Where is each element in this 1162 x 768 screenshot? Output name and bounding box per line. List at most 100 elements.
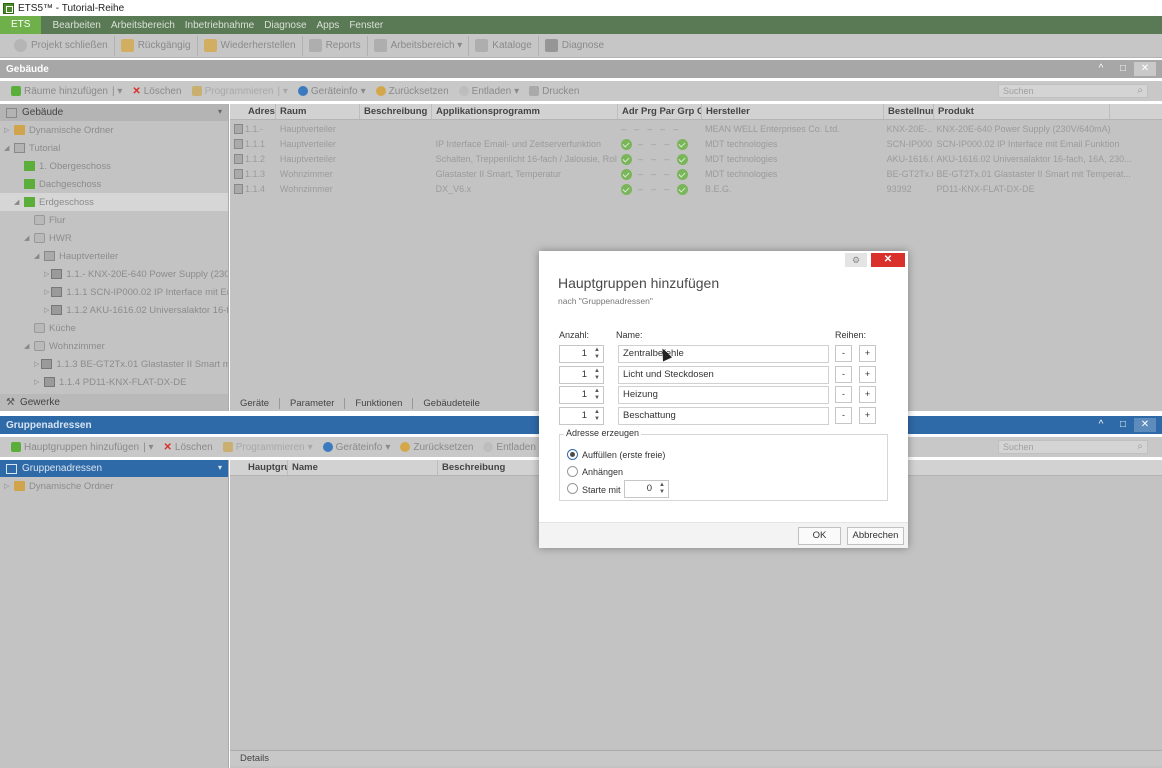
- tree-item-dynamic-folders[interactable]: ▷ Dynamische Ordner: [0, 477, 228, 495]
- count-stepper[interactable]: 1 ▲ ▼: [559, 345, 604, 363]
- device-info-button[interactable]: Geräteinfo ▾: [293, 86, 371, 97]
- menu-bearbeiten[interactable]: Bearbeiten: [47, 20, 105, 31]
- group-name-input[interactable]: Zentralbefehle: [618, 345, 829, 363]
- tree-toggle-icon[interactable]: ▷: [4, 126, 12, 134]
- panel-collapse-icon[interactable]: ^: [1090, 62, 1112, 76]
- ga-delete-button[interactable]: ✕ Löschen: [159, 442, 218, 453]
- table-row[interactable]: 1.1.2 Hauptverteiler Schalten, Treppenlich…: [230, 152, 1162, 167]
- tab-details[interactable]: Details: [230, 753, 279, 764]
- menu-apps[interactable]: Apps: [312, 20, 345, 31]
- tree-item[interactable]: Dachgeschoss: [0, 175, 228, 193]
- tab-parameter[interactable]: Parameter: [280, 397, 346, 409]
- col-bestellnummer[interactable]: Bestellnum: [884, 104, 934, 119]
- tree-toggle-icon[interactable]: ◢: [34, 252, 42, 260]
- menu-arbeitsbereich[interactable]: Arbeitsbereich: [106, 20, 180, 31]
- tree-item[interactable]: ◢ Tutorial: [0, 139, 228, 157]
- unload-button[interactable]: Entladen ▾: [454, 86, 525, 97]
- ga-panel-restore-icon[interactable]: □: [1112, 418, 1134, 432]
- menu-inbetriebnahme[interactable]: Inbetriebnahme: [180, 20, 260, 31]
- remove-row-button[interactable]: -: [835, 406, 852, 424]
- add-row-button[interactable]: +: [859, 406, 876, 424]
- tab-geraete[interactable]: Geräte: [230, 397, 281, 409]
- col-flags[interactable]: Adr Prg Par Grp Cfg: [618, 104, 702, 119]
- workspace-button[interactable]: Arbeitsbereich ▾: [368, 35, 470, 56]
- delete-button[interactable]: ✕ Löschen: [127, 86, 186, 97]
- tree-item[interactable]: ◢ Erdgeschoss: [0, 193, 228, 211]
- tab-funktionen[interactable]: Funktionen: [345, 397, 414, 409]
- radio-append[interactable]: [567, 466, 578, 477]
- tree-toggle-icon[interactable]: ◢: [14, 198, 22, 206]
- remove-row-button[interactable]: -: [835, 365, 852, 383]
- tree-toggle-icon[interactable]: ◢: [24, 234, 32, 242]
- col-beschreibung[interactable]: Beschreibung: [360, 104, 432, 119]
- tree-item[interactable]: Flur: [0, 211, 228, 229]
- ok-button[interactable]: OK: [798, 527, 841, 545]
- add-row-button[interactable]: +: [859, 365, 876, 383]
- group-address-tree-header[interactable]: Gruppenadressen ▾: [0, 460, 228, 477]
- radio-start-with-label[interactable]: Starte mit: [582, 485, 621, 495]
- col-produkt[interactable]: Produkt: [934, 104, 1110, 119]
- stepper-arrows-icon[interactable]: ▲ ▼: [594, 347, 600, 361]
- stepper-arrows-icon[interactable]: ▲ ▼: [594, 409, 600, 423]
- radio-fill[interactable]: [567, 449, 578, 460]
- remove-row-button[interactable]: -: [835, 345, 852, 362]
- col-adresse[interactable]: Adresse: [230, 104, 276, 119]
- close-icon[interactable]: ✕: [871, 253, 905, 267]
- reports-button[interactable]: Reports: [303, 35, 368, 56]
- tree-item[interactable]: ▷ Dynamische Ordner: [0, 121, 228, 139]
- start-value-stepper[interactable]: 0 ▲ ▼: [624, 480, 669, 498]
- table-row[interactable]: 1.1.- Hauptverteiler – – – – – MEAN WELL Enterp…: [230, 122, 1162, 137]
- close-project-button[interactable]: Projekt schließen: [8, 35, 115, 56]
- ga-device-info-button[interactable]: Geräteinfo ▾: [318, 442, 396, 453]
- stepper-arrows-icon[interactable]: ▲ ▼: [594, 388, 600, 402]
- panel-close-icon[interactable]: ✕: [1134, 62, 1156, 76]
- col-raum[interactable]: Raum: [276, 104, 360, 119]
- program-button[interactable]: Programmieren | ▾: [187, 86, 293, 97]
- trades-tab[interactable]: ⚒ Gewerke: [0, 394, 228, 411]
- tree-item[interactable]: ▷ 1.1.4 PD11-KNX-FLAT-DX-DE: [0, 373, 228, 391]
- menu-fenster[interactable]: Fenster: [344, 20, 388, 31]
- tree-item[interactable]: ◢ HWR: [0, 229, 228, 247]
- count-stepper[interactable]: 1 ▲ ▼: [559, 406, 604, 425]
- group-name-input[interactable]: Heizung: [618, 386, 829, 404]
- add-row-button[interactable]: +: [859, 386, 876, 403]
- count-stepper[interactable]: 1 ▲ ▼: [559, 386, 604, 404]
- ga-search-input[interactable]: Suchen ⌕: [998, 440, 1148, 454]
- col-name[interactable]: Name: [288, 460, 438, 475]
- count-stepper[interactable]: 1 ▲ ▼: [559, 365, 604, 384]
- cancel-button[interactable]: Abbrechen: [847, 527, 904, 545]
- tree-toggle-icon[interactable]: ▷: [34, 378, 42, 386]
- tree-toggle-icon[interactable]: ◢: [24, 342, 32, 350]
- ga-reset-button[interactable]: Zurücksetzen: [395, 442, 478, 453]
- add-rooms-button[interactable]: Räume hinzufügen | ▾: [6, 86, 127, 97]
- building-tree-header[interactable]: Gebäude ▾: [0, 104, 228, 121]
- settings-icon[interactable]: ⚙: [845, 253, 867, 267]
- ga-panel-collapse-icon[interactable]: ^: [1090, 418, 1112, 432]
- table-row[interactable]: 1.1.4 Wohnzimmer DX_V6.x – – – B.E.G. 93392 PD11…: [230, 182, 1162, 197]
- tree-toggle-icon[interactable]: ▷: [44, 306, 49, 314]
- col-hersteller[interactable]: Hersteller: [702, 104, 884, 119]
- radio-start-with[interactable]: [567, 483, 578, 494]
- radio-append-label[interactable]: Anhängen: [582, 467, 623, 477]
- tree-item[interactable]: ▷1.1.- KNX-20E-640 Power Supply (230V/6.…: [0, 265, 228, 283]
- tree-item[interactable]: ▷1.1.2 AKU-1616.02 Universalaktor 16-fac…: [0, 301, 228, 319]
- remove-row-button[interactable]: -: [835, 386, 852, 403]
- group-name-input[interactable]: Beschattung: [618, 406, 829, 425]
- ga-panel-close-icon[interactable]: ✕: [1134, 418, 1156, 432]
- stepper-arrows-icon[interactable]: ▲ ▼: [659, 482, 665, 496]
- tree-item[interactable]: ◢ Hauptverteiler: [0, 247, 228, 265]
- diagnostics-button[interactable]: Diagnose: [539, 36, 610, 56]
- building-search-input[interactable]: Suchen ⌕: [998, 84, 1148, 98]
- panel-restore-icon[interactable]: □: [1112, 62, 1134, 76]
- reset-button[interactable]: Zurücksetzen: [371, 86, 454, 97]
- tree-item[interactable]: Küche: [0, 319, 228, 337]
- tree-toggle-icon[interactable]: ▷: [44, 288, 49, 296]
- catalog-button[interactable]: Kataloge: [469, 35, 539, 56]
- tab-gebaeudeteile[interactable]: Gebäudeteile: [413, 398, 490, 409]
- menu-diagnose[interactable]: Diagnose: [259, 20, 311, 31]
- stepper-arrows-icon[interactable]: ▲ ▼: [594, 368, 600, 382]
- tree-toggle-icon[interactable]: ▷: [44, 270, 49, 278]
- undo-button[interactable]: Rückgängig: [115, 35, 198, 56]
- tree-item[interactable]: ▷1.1.1 SCN-IP000.02 IP Interface mit Ema…: [0, 283, 228, 301]
- add-main-groups-button[interactable]: Hauptgruppen hinzufügen | ▾: [6, 442, 159, 453]
